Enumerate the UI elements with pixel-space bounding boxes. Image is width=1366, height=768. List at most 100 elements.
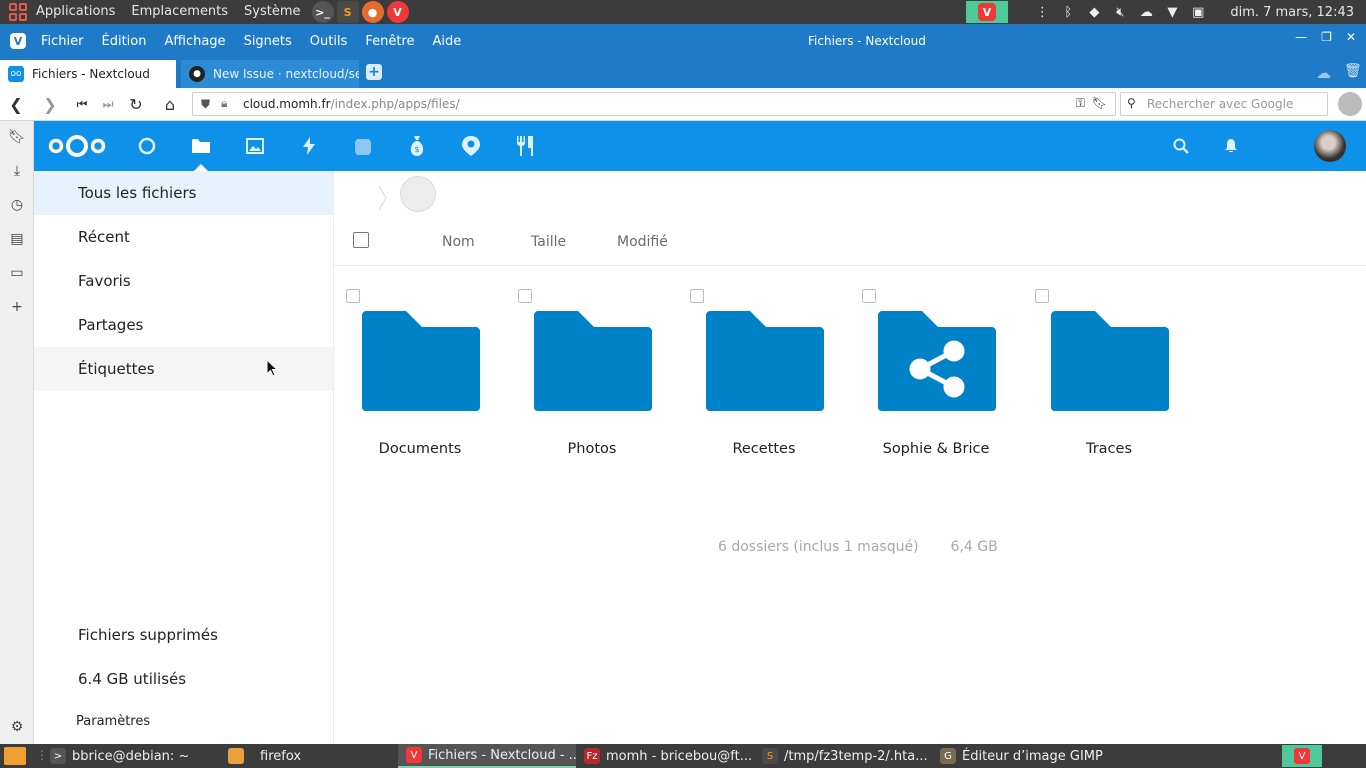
window-panel-icon[interactable]: ▭ bbox=[7, 263, 27, 283]
nav-recent[interactable]: Récent bbox=[34, 215, 333, 259]
cloud-icon[interactable]: ☁ bbox=[1138, 4, 1154, 20]
menu-view[interactable]: Affichage bbox=[155, 34, 234, 49]
menu-file[interactable]: Fichier bbox=[32, 34, 93, 49]
sublime-launcher-icon[interactable]: S bbox=[336, 1, 359, 23]
nav-shares[interactable]: Partages bbox=[34, 303, 333, 347]
settings-link[interactable]: Paramètres bbox=[34, 699, 333, 743]
column-size[interactable]: Taille bbox=[531, 234, 566, 250]
column-name[interactable]: Nom bbox=[442, 234, 475, 250]
user-avatar[interactable] bbox=[1314, 130, 1346, 162]
bookmark-icon[interactable]: 🔖︎ bbox=[1092, 96, 1107, 110]
dashboard-icon[interactable] bbox=[136, 135, 158, 157]
folder-tile[interactable]: Traces bbox=[1023, 287, 1195, 467]
search-input[interactable]: ⚲ Rechercher avec Google bbox=[1120, 92, 1328, 116]
bluetooth-icon[interactable]: ᛒ bbox=[1060, 4, 1076, 20]
column-modified[interactable]: Modifié bbox=[617, 234, 668, 250]
clock[interactable]: dim. 7 mars, 12:43 bbox=[1230, 5, 1354, 20]
task-terminal[interactable]: > bbrice@debian: ~ bbox=[50, 744, 220, 768]
menu-tools[interactable]: Outils bbox=[301, 34, 357, 49]
profile-icon[interactable] bbox=[1338, 92, 1362, 116]
folder-name[interactable]: Traces bbox=[1023, 441, 1195, 457]
rewind-icon[interactable]: ⏮ bbox=[72, 94, 92, 114]
apps-menu-icon[interactable] bbox=[8, 2, 28, 22]
vivaldi-menu-icon[interactable]: V bbox=[10, 33, 26, 49]
more-icon[interactable]: ⋮ bbox=[1034, 4, 1050, 20]
volume-muted-icon[interactable]: 🔇︎ bbox=[1112, 4, 1128, 20]
new-tab-button[interactable]: + bbox=[366, 64, 382, 80]
folder-name[interactable]: Recettes bbox=[678, 441, 850, 457]
notifications-bell-icon[interactable] bbox=[1220, 135, 1242, 157]
forward-icon[interactable]: ❯ bbox=[40, 94, 60, 114]
dropbox-icon[interactable]: ◆ bbox=[1086, 4, 1102, 20]
photos-app-icon[interactable] bbox=[244, 135, 266, 157]
contacts-app-icon[interactable] bbox=[352, 135, 374, 157]
folder-tile[interactable]: Sophie & Brice bbox=[850, 287, 1022, 467]
folder-name[interactable]: Documents bbox=[334, 441, 506, 457]
task-sublime[interactable]: S /tmp/fz3temp-2/.hta... bbox=[762, 744, 932, 768]
trash-icon[interactable]: 🗑︎ bbox=[1344, 63, 1362, 79]
shield-icon[interactable]: ⛊ bbox=[201, 97, 210, 112]
folder-tile[interactable]: Documents bbox=[334, 287, 506, 467]
minimize-icon[interactable]: — bbox=[1295, 30, 1307, 44]
activity-app-icon[interactable] bbox=[298, 135, 320, 157]
task-firefox-folder[interactable]: firefox bbox=[228, 744, 388, 768]
os-menu-system[interactable]: Système bbox=[236, 0, 308, 24]
show-desktop-icon[interactable] bbox=[4, 747, 26, 765]
task-gimp[interactable]: G Éditeur d’image GIMP bbox=[940, 744, 1110, 768]
settings-gear-icon[interactable]: ⚙ bbox=[7, 717, 27, 737]
folder-checkbox[interactable] bbox=[690, 289, 704, 303]
notes-panel-icon[interactable]: ▤ bbox=[7, 229, 27, 249]
os-menu-applications[interactable]: Applications bbox=[28, 0, 123, 24]
new-file-button[interactable] bbox=[400, 176, 436, 212]
quota-used[interactable]: 6.4 GB utilisés bbox=[34, 657, 333, 701]
reload-icon[interactable]: ↻ bbox=[126, 94, 146, 114]
os-menu-places[interactable]: Emplacements bbox=[123, 0, 236, 24]
back-icon[interactable]: ❮ bbox=[6, 94, 26, 114]
folder-name[interactable]: Photos bbox=[506, 441, 678, 457]
sync-cloud-icon[interactable]: ☁ bbox=[1316, 64, 1331, 82]
folder-tile[interactable]: Photos bbox=[506, 287, 678, 467]
nav-deleted-files[interactable]: Fichiers supprimés bbox=[34, 613, 333, 657]
files-app-icon[interactable] bbox=[190, 135, 212, 157]
bookmarks-panel-icon[interactable]: 🔖︎ bbox=[7, 127, 27, 147]
nav-all-files[interactable]: Tous les fichiers bbox=[34, 171, 333, 215]
maps-app-icon[interactable] bbox=[460, 135, 482, 157]
maximize-icon[interactable]: ❐ bbox=[1321, 30, 1332, 44]
nav-tags[interactable]: Étiquettes bbox=[34, 347, 333, 391]
folder-name[interactable]: Sophie & Brice bbox=[850, 441, 1022, 457]
folder-tile[interactable]: Recettes bbox=[678, 287, 850, 467]
select-all-checkbox[interactable] bbox=[353, 232, 369, 248]
folder-checkbox[interactable] bbox=[862, 289, 876, 303]
folder-checkbox[interactable] bbox=[346, 289, 360, 303]
terminal-launcher-icon[interactable]: >_ bbox=[311, 1, 334, 23]
tab-github-issue[interactable]: ● New Issue · nextcloud/server bbox=[181, 60, 359, 88]
nextcloud-logo-icon[interactable] bbox=[46, 133, 108, 159]
search-icon[interactable] bbox=[1170, 135, 1192, 157]
clipboard-icon[interactable]: ▣ bbox=[1190, 4, 1206, 20]
menu-window[interactable]: Fenêtre bbox=[356, 34, 423, 49]
nav-favorites[interactable]: Favoris bbox=[34, 259, 333, 303]
folder-checkbox[interactable] bbox=[518, 289, 532, 303]
task-filezilla[interactable]: Fz momh - bricebou@ft... bbox=[584, 744, 754, 768]
home-icon[interactable]: ⌂ bbox=[160, 94, 180, 114]
key-icon[interactable]: ⚿ bbox=[1076, 96, 1085, 111]
history-panel-icon[interactable]: ◷ bbox=[7, 195, 27, 215]
cookbook-app-icon[interactable] bbox=[514, 135, 536, 157]
menu-edit[interactable]: Édition bbox=[93, 34, 156, 49]
firefox-launcher-icon[interactable]: ● bbox=[361, 1, 384, 23]
task-vivaldi-nextcloud[interactable]: V Fichiers - Nextcloud - ... bbox=[398, 744, 576, 768]
menu-bookmarks[interactable]: Signets bbox=[235, 34, 301, 49]
money-bag-app-icon[interactable]: $ bbox=[406, 135, 428, 157]
vivaldi-tray-indicator[interactable]: V bbox=[966, 1, 1008, 23]
add-panel-icon[interactable]: + bbox=[7, 297, 27, 317]
downloads-panel-icon[interactable]: ⤓ bbox=[7, 161, 27, 181]
fast-forward-icon[interactable]: ⏭ bbox=[98, 94, 118, 114]
close-icon[interactable]: ✕ bbox=[1346, 30, 1356, 44]
folder-checkbox[interactable] bbox=[1035, 289, 1049, 303]
wifi-icon[interactable]: ▼ bbox=[1164, 4, 1180, 20]
vivaldi-launcher-icon[interactable]: V bbox=[386, 1, 409, 23]
url-input[interactable]: ⛊ 🔒︎ cloud.momh.fr/index.php/apps/files/… bbox=[192, 92, 1116, 116]
lock-icon[interactable]: 🔒︎ bbox=[221, 96, 227, 111]
vivaldi-tray-indicator[interactable]: V bbox=[1282, 745, 1322, 767]
menu-help[interactable]: Aide bbox=[424, 34, 471, 49]
